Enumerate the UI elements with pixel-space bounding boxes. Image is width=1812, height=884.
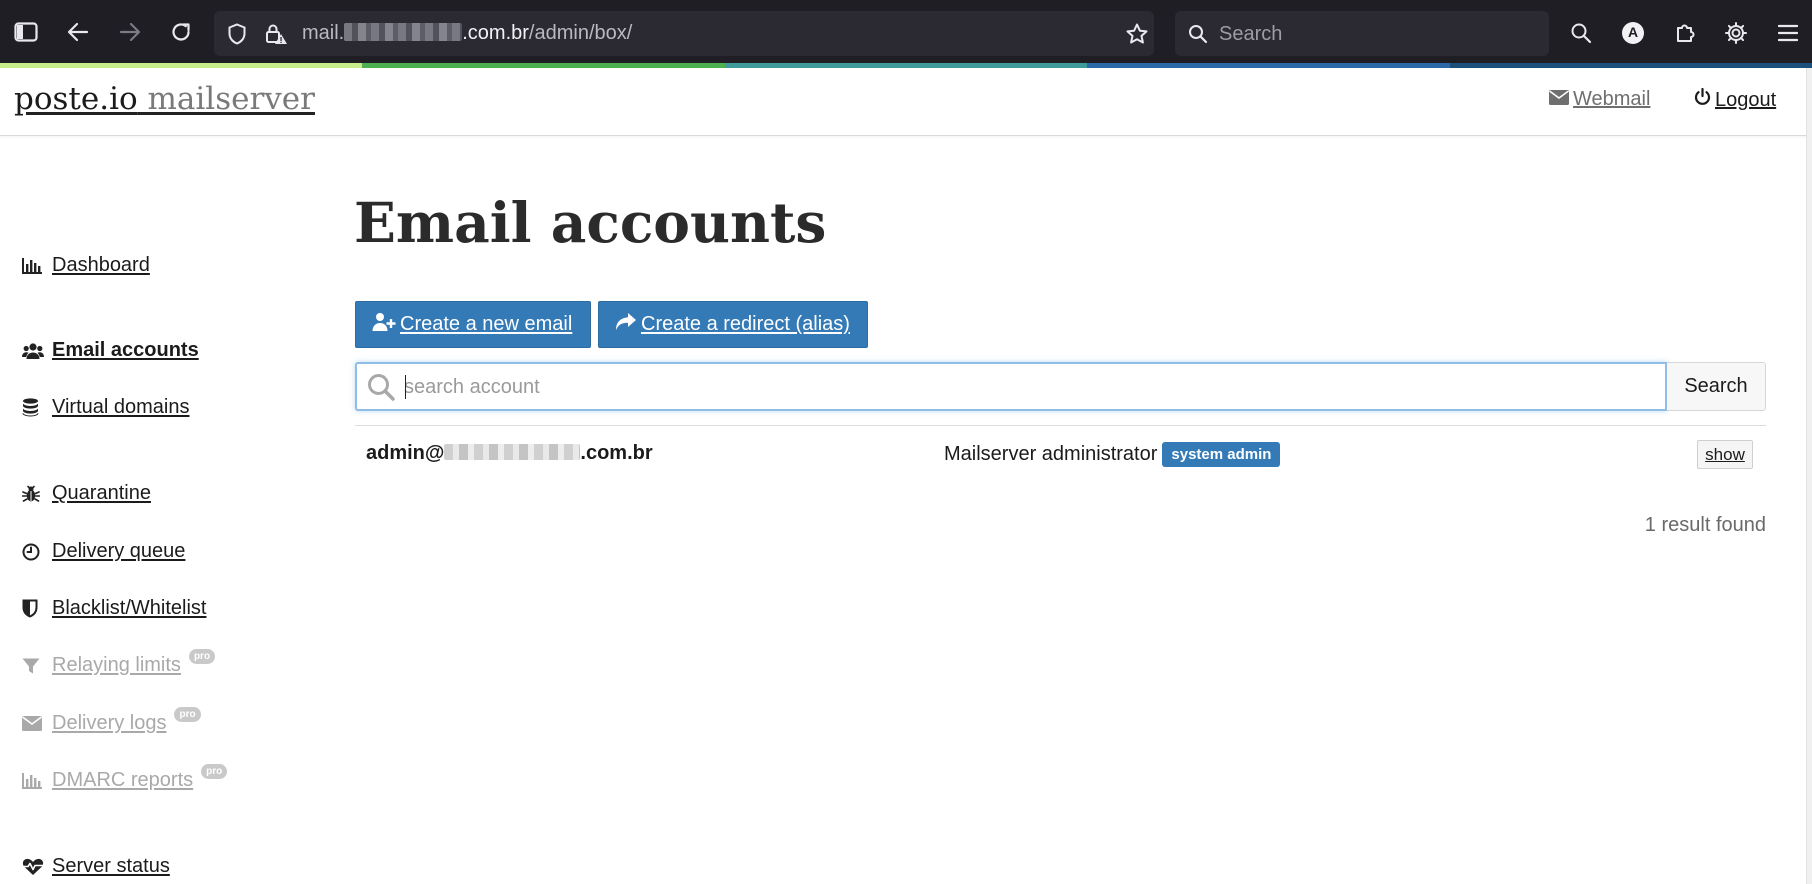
profile-avatar-icon[interactable]: A xyxy=(1620,20,1646,46)
bar-chart-icon xyxy=(22,255,46,277)
sidebar-item-dashboard[interactable]: Dashboard xyxy=(22,254,150,277)
sidebar-item-blacklist-whitelist[interactable]: Blacklist/Whitelist xyxy=(22,597,206,620)
account-email[interactable]: admin@ .com.br xyxy=(366,442,653,465)
find-icon[interactable] xyxy=(1568,20,1594,46)
redacted-domain xyxy=(444,444,581,460)
clock-icon xyxy=(22,541,46,563)
sidebar-item-email-accounts[interactable]: Email accounts xyxy=(22,339,199,362)
browser-search-placeholder: Search xyxy=(1219,23,1283,45)
create-redirect-button[interactable]: Create a redirect (alias) xyxy=(598,301,868,348)
sidebar-toggle-icon[interactable] xyxy=(12,20,40,44)
back-arrow-icon[interactable] xyxy=(64,20,92,44)
power-icon xyxy=(1694,87,1711,112)
account-display-name: Mailserver administrator system admin xyxy=(944,442,1281,467)
pro-badge: pro xyxy=(201,764,228,779)
users-icon xyxy=(22,340,46,362)
sidebar-item-virtual-domains[interactable]: Virtual domains xyxy=(22,396,189,419)
envelope-icon xyxy=(1549,88,1569,111)
search-icon xyxy=(1187,23,1209,45)
app-header: poste.io mailserver Webmail Logout xyxy=(0,68,1812,136)
settings-gear-icon[interactable] xyxy=(1723,20,1749,46)
browser-search-bar[interactable]: Search xyxy=(1175,11,1549,56)
filter-icon xyxy=(22,655,46,677)
address-bar[interactable]: mail. .com.br/admin/box/ xyxy=(214,11,1154,56)
text-caret xyxy=(405,375,406,399)
page-title: Email accounts xyxy=(354,190,827,255)
table-row: admin@ .com.br Mailserver administrator s… xyxy=(355,426,1766,482)
profile-initial: A xyxy=(1627,24,1639,40)
database-icon xyxy=(22,397,46,419)
account-search-input[interactable] xyxy=(404,372,1654,402)
bug-icon xyxy=(22,483,46,505)
forward-arrow-icon[interactable] xyxy=(116,20,144,44)
menu-hamburger-icon[interactable] xyxy=(1775,20,1801,46)
brand-logo[interactable]: poste.io mailserver xyxy=(14,81,315,117)
share-arrow-icon xyxy=(615,312,637,337)
bar-chart-icon xyxy=(22,770,46,792)
sidebar-item-delivery-queue[interactable]: Delivery queue xyxy=(22,540,185,563)
extensions-puzzle-icon[interactable] xyxy=(1672,20,1698,46)
sidebar-item-server-status[interactable]: Server status xyxy=(22,855,170,878)
url-text: mail. .com.br/admin/box/ xyxy=(302,22,633,44)
page-scrollbar[interactable] xyxy=(1806,68,1812,884)
tracking-shield-icon[interactable] xyxy=(224,21,250,47)
result-count: 1 result found xyxy=(1644,514,1766,536)
search-button[interactable]: Search xyxy=(1667,362,1766,411)
pro-badge: pro xyxy=(188,649,216,664)
add-user-icon xyxy=(372,312,396,338)
system-admin-badge: system admin xyxy=(1162,442,1281,467)
sidebar-item-relaying-limits[interactable]: Relaying limits pro xyxy=(22,649,216,677)
account-search-field[interactable] xyxy=(355,362,1667,411)
sidebar-item-dmarc-reports[interactable]: DMARC reports pro xyxy=(22,764,228,792)
heartbeat-icon xyxy=(22,856,46,878)
logout-link[interactable]: Logout xyxy=(1694,87,1776,112)
account-search-form: Search xyxy=(355,362,1766,411)
browser-toolbar: mail. .com.br/admin/box/ Search A xyxy=(0,0,1812,63)
envelope-icon xyxy=(22,713,46,735)
lock-warning-icon[interactable] xyxy=(262,20,290,48)
reload-icon[interactable] xyxy=(167,19,195,45)
sidebar-nav: Dashboard Email accounts Virtual domains… xyxy=(0,136,320,884)
pro-badge: pro xyxy=(174,707,201,722)
search-icon xyxy=(367,373,395,406)
shield-icon xyxy=(22,598,46,620)
create-email-button[interactable]: Create a new email xyxy=(355,301,591,348)
bookmark-star-icon[interactable] xyxy=(1124,21,1150,47)
webmail-link[interactable]: Webmail xyxy=(1549,88,1650,111)
redacted-domain xyxy=(344,23,463,41)
show-account-button[interactable]: show xyxy=(1697,440,1753,469)
sidebar-item-delivery-logs[interactable]: Delivery logs pro xyxy=(22,707,201,735)
sidebar-item-quarantine[interactable]: Quarantine xyxy=(22,482,151,505)
